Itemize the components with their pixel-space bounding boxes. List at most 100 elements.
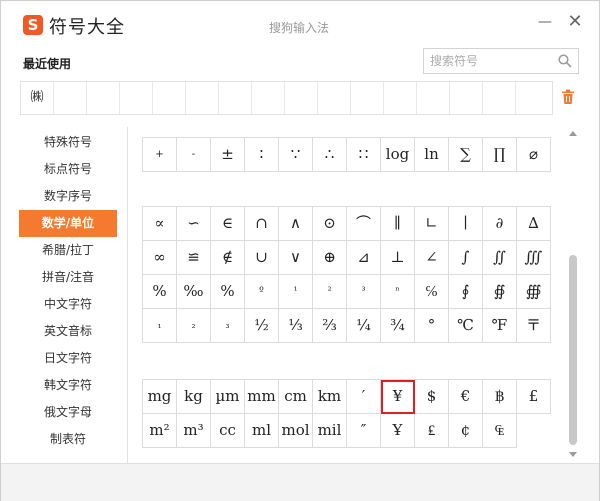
symbol-cell[interactable]: ″ (347, 414, 381, 448)
recent-symbol-cell[interactable] (285, 82, 318, 114)
symbol-cell[interactable]: ₃ (211, 309, 245, 343)
symbol-cell[interactable]: ⅓ (279, 309, 313, 343)
sidebar-category-item[interactable]: 数学/单位 (19, 210, 117, 237)
recent-symbol-cell[interactable] (384, 82, 417, 114)
symbol-cell[interactable]: ⁿ (381, 275, 415, 309)
scroll-down-icon[interactable] (568, 451, 578, 459)
symbol-cell[interactable]: mil (313, 414, 347, 448)
symbol-cell[interactable]: ½ (245, 309, 279, 343)
symbol-cell[interactable]: ₂ (177, 309, 211, 343)
symbol-cell[interactable]: ml (245, 414, 279, 448)
symbol-cell[interactable]: ¹ (279, 275, 313, 309)
sidebar-category-item[interactable]: 中文字符 (19, 291, 117, 318)
symbol-cell[interactable]: ′ (347, 380, 381, 414)
sidebar-category-item[interactable]: 拼音/注音 (19, 264, 117, 291)
symbol-cell[interactable]: ∬ (483, 241, 517, 275)
search-icon[interactable] (558, 54, 572, 68)
sidebar-category-item[interactable]: 俄文字母 (19, 399, 117, 426)
symbol-cell[interactable]: % (211, 275, 245, 309)
symbol-cell[interactable]: ⅔ (313, 309, 347, 343)
symbol-cell[interactable]: km (313, 380, 347, 414)
recent-symbol-cell[interactable] (450, 82, 483, 114)
symbol-cell[interactable]: ∏ (483, 138, 517, 172)
symbol-cell[interactable]: mg (143, 380, 177, 414)
symbol-cell[interactable]: m² (143, 414, 177, 448)
symbol-cell[interactable]: ¼ (347, 309, 381, 343)
symbol-cell[interactable]: cc (211, 414, 245, 448)
symbol-cell[interactable]: ∟ (415, 207, 449, 241)
symbol-cell[interactable]: ⊕ (313, 241, 347, 275)
symbol-cell[interactable]: ₁ (143, 309, 177, 343)
symbol-cell[interactable]: ∪ (245, 241, 279, 275)
symbol-cell[interactable]: 〒 (517, 309, 551, 343)
sidebar-category-item[interactable]: 特殊符号 (19, 129, 117, 156)
sidebar-category-item[interactable]: 数字序号 (19, 183, 117, 210)
symbol-cell[interactable]: ∠ (415, 241, 449, 275)
sidebar-category-item[interactable]: 日文字符 (19, 345, 117, 372)
symbol-cell[interactable]: ‰ (177, 275, 211, 309)
symbol-cell[interactable]: ℉ (483, 309, 517, 343)
symbol-cell[interactable]: ∉ (211, 241, 245, 275)
symbol-cell[interactable]: ∧ (279, 207, 313, 241)
symbol-cell[interactable]: ⌀ (517, 138, 551, 172)
title-bar[interactable]: S 符号大全 搜狗输入法 — ✕ (1, 1, 599, 41)
symbol-cell[interactable]: ₤ (415, 414, 449, 448)
recent-symbol-cell[interactable] (186, 82, 219, 114)
symbol-cell[interactable]: ln (415, 138, 449, 172)
recent-symbol-cell[interactable] (252, 82, 285, 114)
symbol-cell[interactable]: € (449, 380, 483, 414)
symbol-cell[interactable]: ∣ (449, 207, 483, 241)
symbol-cell[interactable]: ¾ (381, 309, 415, 343)
symbol-cell[interactable]: ∽ (177, 207, 211, 241)
recent-symbol-cell[interactable] (153, 82, 186, 114)
symbol-cell[interactable]: ∩ (245, 207, 279, 241)
sidebar-category-item[interactable]: 英文音标 (19, 318, 117, 345)
symbol-cell[interactable]: m³ (177, 414, 211, 448)
symbol-cell[interactable]: ℅ (415, 275, 449, 309)
sidebar-category-item[interactable]: 标点符号 (19, 156, 117, 183)
recent-symbol-cell[interactable] (351, 82, 384, 114)
symbol-cell[interactable]: ¢ (449, 414, 483, 448)
symbol-cell[interactable]: ⊙ (313, 207, 347, 241)
symbol-cell[interactable]: ∶ (245, 138, 279, 172)
symbol-cell[interactable]: ⊿ (347, 241, 381, 275)
symbol-cell[interactable]: ∷ (347, 138, 381, 172)
symbol-cell[interactable]: mm (245, 380, 279, 414)
symbol-cell[interactable]: ∯ (483, 275, 517, 309)
symbol-cell[interactable]: ± (211, 138, 245, 172)
search-box[interactable] (423, 48, 579, 74)
symbol-cell[interactable]: µm (211, 380, 245, 414)
recent-symbol-cell[interactable] (87, 82, 120, 114)
symbol-cell[interactable]: ℃ (449, 309, 483, 343)
symbol-cell[interactable]: ¥ (381, 380, 415, 414)
symbol-cell[interactable]: log (381, 138, 415, 172)
scroll-thumb[interactable] (569, 255, 577, 445)
close-button[interactable]: ✕ (566, 13, 584, 31)
symbol-cell[interactable]: ∴ (313, 138, 347, 172)
symbol-cell[interactable]: cm (279, 380, 313, 414)
symbol-cell[interactable]: ∰ (517, 275, 551, 309)
sidebar-category-item[interactable]: 希腊/拉丁 (19, 237, 117, 264)
symbol-cell[interactable]: mol (279, 414, 313, 448)
recent-symbol-cell[interactable] (54, 82, 87, 114)
symbol-cell[interactable]: ∨ (279, 241, 313, 275)
symbol-cell[interactable]: Ұ (381, 414, 415, 448)
symbol-cell[interactable]: ∞ (143, 241, 177, 275)
symbol-cell[interactable]: ∝ (143, 207, 177, 241)
symbol-cell[interactable]: ∫ (449, 241, 483, 275)
symbol-cell[interactable]: % (143, 275, 177, 309)
symbol-cell[interactable]: ≌ (177, 241, 211, 275)
symbol-cell[interactable]: ⊥ (381, 241, 415, 275)
symbol-cell[interactable]: £ (517, 380, 551, 414)
scrollbar[interactable] (567, 127, 579, 463)
search-input[interactable] (430, 52, 550, 70)
symbol-cell[interactable]: ∆ (517, 207, 551, 241)
recent-symbol-cell[interactable] (219, 82, 252, 114)
symbol-cell[interactable]: ∈ (211, 207, 245, 241)
symbol-cell[interactable]: ₠ (483, 414, 517, 448)
symbol-cell[interactable]: ° (415, 309, 449, 343)
recent-symbol-cell[interactable] (417, 82, 450, 114)
scroll-up-icon[interactable] (568, 129, 578, 137)
minimize-button[interactable]: — (537, 13, 553, 31)
symbol-cell[interactable]: ∥ (381, 207, 415, 241)
